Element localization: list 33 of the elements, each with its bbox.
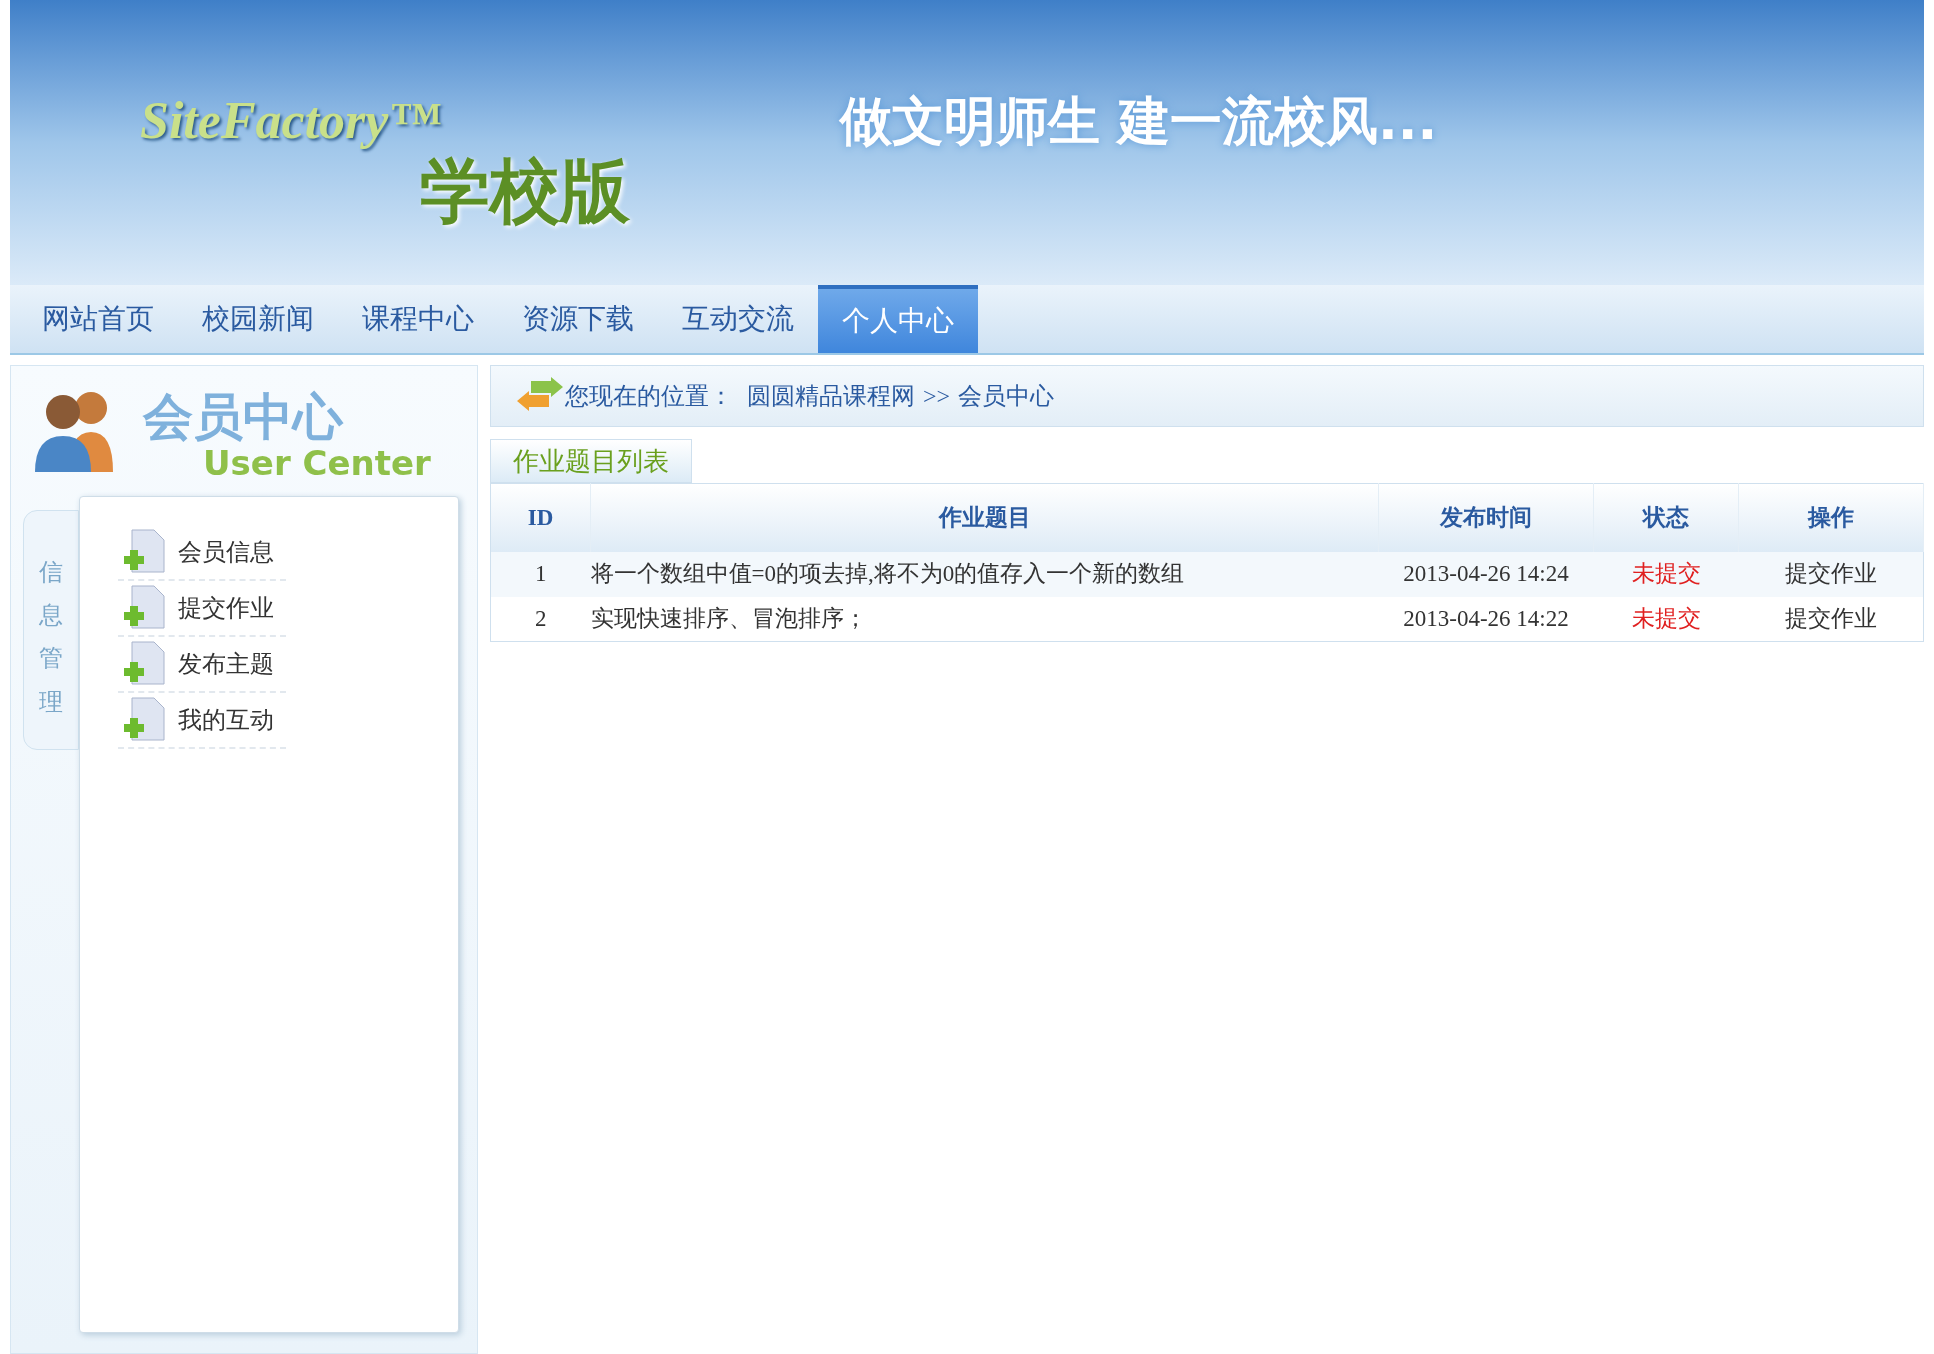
sidebar-title: 会员中心 — [143, 392, 345, 442]
edition-text: 学校版 — [420, 157, 630, 227]
submit-homework-link[interactable]: 提交作业 — [1738, 596, 1924, 642]
menu-link[interactable]: 会员信息 — [178, 534, 274, 570]
submit-homework-link[interactable]: 提交作业 — [1738, 551, 1924, 597]
breadcrumb-separator: >> — [923, 382, 951, 411]
column-header: 状态 — [1593, 483, 1739, 552]
nav-tab[interactable]: 校园新闻 — [178, 285, 338, 353]
table-cell: 1 — [490, 551, 591, 597]
menu-link[interactable]: 提交作业 — [178, 590, 274, 626]
sidebar-subtitle: User Center — [203, 446, 431, 480]
table-cell: 未提交 — [1593, 551, 1739, 597]
column-header: 操作 — [1738, 483, 1924, 552]
slogan-text: 做文明师生 建一流校风... — [840, 95, 1438, 147]
table-cell: 未提交 — [1593, 596, 1739, 642]
menu-link[interactable]: 我的互动 — [178, 702, 274, 738]
breadcrumb-label: 您现在的位置： — [565, 382, 733, 411]
menu-link[interactable]: 发布主题 — [178, 646, 274, 682]
table-cell: 2013-04-26 14:22 — [1378, 596, 1594, 642]
column-header: 作业题目 — [590, 483, 1379, 552]
table-cell: 2 — [490, 596, 591, 642]
breadcrumb-link[interactable]: 会员中心 — [958, 378, 1055, 414]
table-cell: 将一个数组中值=0的项去掉,将不为0的值存入一个新的数组 — [590, 551, 1379, 597]
nav-tab[interactable]: 互动交流 — [658, 285, 818, 353]
nav-tab[interactable]: 资源下载 — [498, 285, 658, 353]
logo-text: SiteFactory™ — [140, 95, 441, 147]
column-header: 发布时间 — [1378, 483, 1594, 552]
column-header: ID — [490, 483, 591, 552]
nav-tab[interactable]: 课程中心 — [338, 285, 498, 353]
table-cell: 2013-04-26 14:24 — [1378, 551, 1594, 597]
table-cell: 实现快速排序、冒泡排序； — [590, 596, 1379, 642]
nav-tab[interactable]: 网站首页 — [18, 285, 178, 353]
breadcrumb-link[interactable]: 圆圆精品课程网 — [747, 378, 915, 414]
